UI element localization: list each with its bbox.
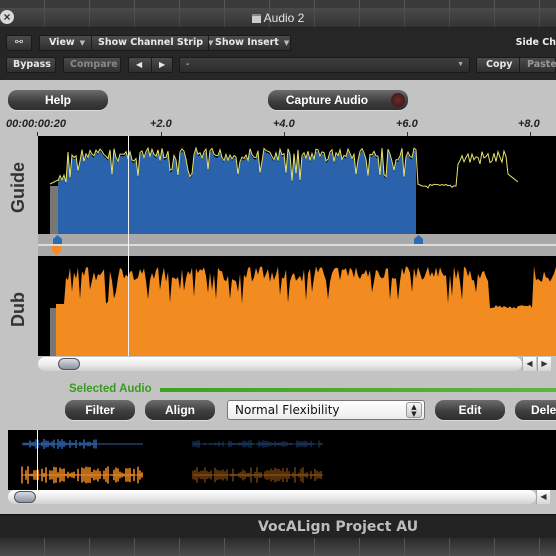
paste-button[interactable]: Paste: [527, 58, 556, 72]
next-preset-button[interactable]: ▶: [159, 58, 165, 72]
view-menu-group: View ▼ Show Channel Strip ▼ Show Insert ▼: [39, 35, 291, 51]
playhead[interactable]: [128, 136, 129, 356]
copy-paste-group: Copy Paste: [476, 57, 556, 73]
capture-audio-label: Capture Audio: [285, 93, 369, 107]
title-bar[interactable]: × Audio 2: [0, 8, 556, 28]
filter-button[interactable]: Filter: [65, 400, 135, 420]
overview-waveform[interactable]: [8, 430, 556, 490]
overview-scrollbar-thumb[interactable]: [14, 491, 36, 503]
capture-audio-button[interactable]: Capture Audio: [268, 90, 408, 110]
bypass-button[interactable]: Bypass: [6, 57, 56, 73]
overview-dub-selected: [21, 466, 143, 484]
scroll-right-button[interactable]: ▶: [537, 357, 551, 371]
marker-bar-divider: [38, 244, 556, 246]
help-button[interactable]: Help: [8, 90, 108, 110]
preset-select[interactable]: - ▼: [179, 57, 470, 73]
overview-scroll-left-button[interactable]: ◀: [536, 490, 550, 504]
divider: [91, 36, 92, 50]
align-button[interactable]: Align: [145, 400, 215, 420]
dub-waveform-fill: [56, 266, 556, 356]
divider: [151, 58, 152, 72]
select-stepper-icon: ▲ ▼: [406, 402, 422, 418]
prev-preset-button[interactable]: ◀: [136, 58, 142, 72]
audio-track-icon: [251, 14, 261, 23]
chevron-down-icon: ▼: [79, 39, 86, 47]
chevron-down-icon: ▼: [283, 39, 290, 47]
overview-scrollbar[interactable]: [8, 490, 536, 504]
show-insert-menu[interactable]: Show Insert ▼: [215, 36, 289, 50]
ruler-tick-label: +4.0: [273, 118, 295, 130]
show-insert-label: Show Insert: [215, 37, 279, 48]
selected-audio-bar: [160, 388, 556, 392]
ruler-tick-label: +6.0: [396, 118, 418, 130]
guide-start-marker[interactable]: [53, 235, 62, 244]
divider: [208, 36, 209, 50]
guide-lane-label: Guide: [8, 162, 28, 214]
host-toolbar: ⚯ View ▼ Show Channel Strip ▼ Show Insert ▼…: [0, 28, 556, 80]
ruler-tick-label: +2.0: [150, 118, 172, 130]
chevron-down-icon: ▼: [457, 61, 464, 68]
overview-waveform-svg: [21, 439, 323, 484]
scrollbar-thumb[interactable]: [58, 358, 80, 370]
view-menu[interactable]: View ▼: [49, 36, 85, 50]
link-button[interactable]: ⚯: [6, 35, 32, 51]
window-title-text: Audio 2: [263, 11, 305, 25]
compare-button[interactable]: Compare: [63, 57, 121, 73]
ruler-tick-label: +8.0: [518, 118, 540, 130]
guide-end-marker[interactable]: [414, 235, 423, 244]
guide-waveform-svg: [49, 146, 519, 234]
flexibility-value: Normal Flexibility: [235, 403, 340, 417]
record-indicator-icon: [391, 93, 405, 107]
delete-button[interactable]: Dele: [515, 400, 556, 420]
dub-waveform[interactable]: [38, 256, 556, 356]
plugin-footer: VocALign Project AU: [0, 514, 556, 538]
dub-waveform-svg: [50, 266, 556, 356]
view-label: View: [49, 37, 75, 48]
dub-start-marker[interactable]: [52, 246, 61, 255]
plugin-name: VocALign Project AU: [257, 519, 419, 535]
dub-offset-block: [50, 308, 56, 356]
scroll-left-button[interactable]: ◀: [522, 357, 536, 371]
divider: [519, 58, 520, 72]
preset-value: -: [186, 59, 190, 70]
channel-strip-label: Show Channel Strip: [98, 37, 204, 48]
guide-marker-bar[interactable]: [38, 234, 556, 256]
selected-audio-label: Selected Audio: [69, 383, 152, 395]
show-channel-strip-menu[interactable]: Show Channel Strip ▼: [98, 36, 213, 50]
flexibility-select[interactable]: Normal Flexibility ▲ ▼: [227, 400, 425, 420]
guide-waveform[interactable]: [38, 136, 556, 234]
waveform-scrollbar[interactable]: [38, 357, 522, 371]
track-grid-bottom: [0, 538, 556, 556]
side-chain-label[interactable]: Side Ch: [516, 37, 556, 48]
preset-nav: ◀ ▶: [128, 57, 173, 73]
guide-offset-block: [50, 186, 58, 234]
plugin-window: × Audio 2 ⚯ View ▼ Show Channel Strip ▼ Sh…: [0, 0, 556, 556]
dub-lane-label: Dub: [8, 292, 28, 327]
link-icon: ⚯: [15, 37, 23, 48]
overview-playhead[interactable]: [37, 430, 38, 490]
ruler-start-time: 00:00:00:20: [6, 118, 66, 130]
window-title: Audio 2: [0, 11, 556, 25]
copy-button[interactable]: Copy: [486, 58, 513, 72]
edit-button[interactable]: Edit: [435, 400, 505, 420]
